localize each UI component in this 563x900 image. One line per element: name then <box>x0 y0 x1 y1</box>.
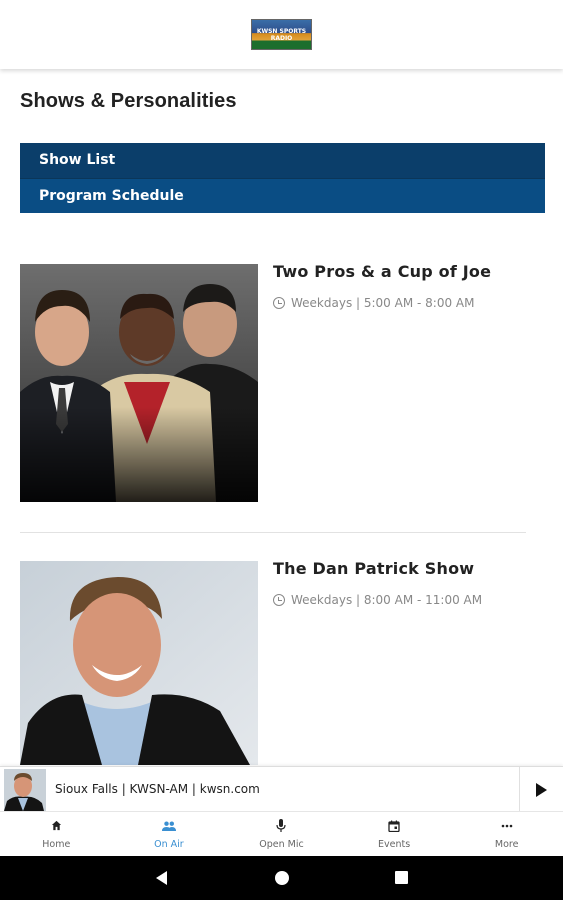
show-divider <box>20 532 526 533</box>
home-circle-icon[interactable] <box>275 871 289 885</box>
tab-open-mic[interactable]: Open Mic <box>225 812 338 856</box>
subnav-show-list[interactable]: Show List <box>20 143 545 178</box>
top-app-bar: KWSN SPORTS RADIO <box>0 0 563 69</box>
logo-text: KWSN SPORTS RADIO <box>256 27 307 42</box>
clock-icon <box>273 297 285 309</box>
show-title[interactable]: The Dan Patrick Show <box>273 559 474 578</box>
tab-on-air[interactable]: On Air <box>113 812 226 856</box>
tab-home[interactable]: Home <box>0 812 113 856</box>
show-schedule: Weekdays | 8:00 AM - 11:00 AM <box>273 593 482 607</box>
recent-apps-icon[interactable] <box>395 871 408 884</box>
home-icon <box>51 819 62 832</box>
tab-more[interactable]: More <box>450 812 563 856</box>
system-navigation-bar <box>0 856 563 900</box>
more-icon <box>501 819 513 832</box>
show-schedule-text: Weekdays | 5:00 AM - 8:00 AM <box>291 296 475 310</box>
back-icon[interactable] <box>156 871 167 885</box>
microphone-icon <box>276 819 287 832</box>
tab-label: Events <box>377 839 411 850</box>
show-image[interactable] <box>20 561 258 765</box>
subnav-program-schedule[interactable]: Program Schedule <box>20 178 545 213</box>
play-icon <box>536 782 547 797</box>
now-playing-thumbnail <box>4 769 46 811</box>
station-logo[interactable]: KWSN SPORTS RADIO <box>251 19 312 50</box>
play-button[interactable] <box>520 767 563 812</box>
now-playing-station: Sioux Falls | KWSN-AM | kwsn.com <box>55 782 260 796</box>
page-title: Shows & Personalities <box>20 90 237 112</box>
show-schedule: Weekdays | 5:00 AM - 8:00 AM <box>273 296 474 310</box>
show-image[interactable] <box>20 264 258 502</box>
show-title[interactable]: Two Pros & a Cup of Joe <box>273 262 491 281</box>
tab-label: On Air <box>154 839 184 850</box>
tab-label: Home <box>42 839 71 850</box>
clock-icon <box>273 594 285 606</box>
bottom-tab-bar: Home On Air Open Mic Events More <box>0 811 563 856</box>
show-schedule-text: Weekdays | 8:00 AM - 11:00 AM <box>291 593 483 607</box>
section-subnav: Show List Program Schedule <box>20 143 545 213</box>
people-icon <box>161 819 176 832</box>
app-root: KWSN SPORTS RADIO Shows & Personalities … <box>0 0 563 900</box>
now-playing-bar[interactable]: Sioux Falls | KWSN-AM | kwsn.com <box>0 766 563 812</box>
tab-label: More <box>494 839 519 850</box>
tab-label: Open Mic <box>259 839 304 850</box>
tab-events[interactable]: Events <box>338 812 451 856</box>
calendar-icon <box>388 819 400 832</box>
